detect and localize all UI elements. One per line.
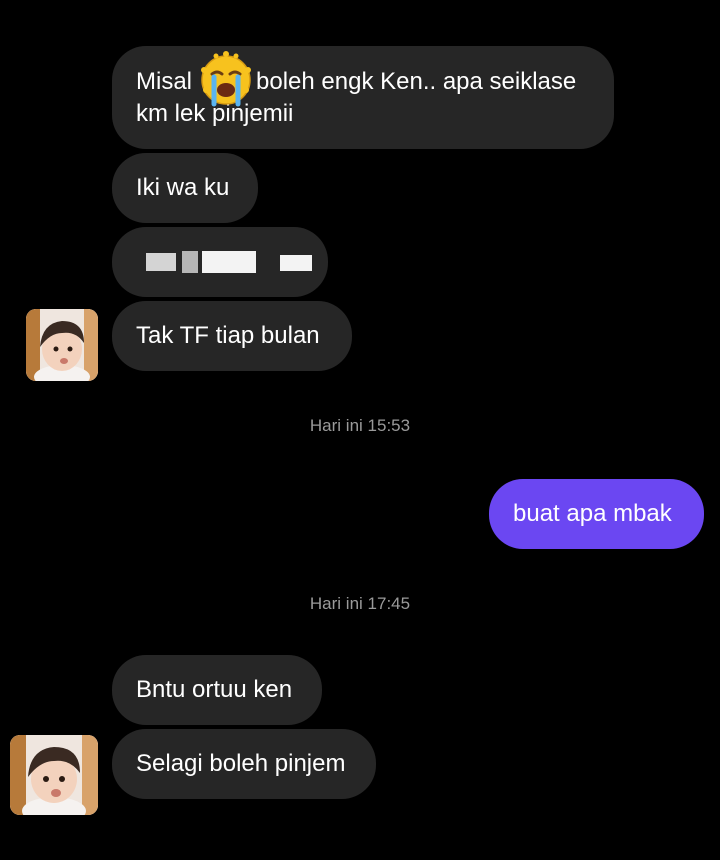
- incoming-message-bubble[interactable]: Misal boleh engk Ken.. apa seiklase km l…: [112, 46, 614, 149]
- redaction-block: [280, 255, 312, 271]
- contact-avatar[interactable]: [26, 309, 98, 381]
- timestamp-divider: Hari ini 17:45: [309, 594, 411, 613]
- message-text-part: boleh engk Ken.. apa seiklase: [256, 68, 577, 95]
- redaction-block: [182, 251, 198, 273]
- loudly-crying-face-icon: [201, 51, 251, 107]
- message-text-part: Misal: [136, 68, 193, 95]
- avatar-photo: [10, 735, 98, 815]
- incoming-message-bubble[interactable]: Iki wa ku: [112, 153, 258, 223]
- redaction-block: [146, 253, 176, 271]
- redacted-content: [136, 227, 312, 297]
- message-text: Selagi boleh pinjem: [136, 750, 346, 777]
- outgoing-message-bubble[interactable]: buat apa mbak: [489, 479, 704, 549]
- contact-avatar[interactable]: [10, 735, 98, 815]
- redaction-block: [202, 251, 256, 273]
- timestamp-divider: Hari ini 15:53: [309, 416, 411, 435]
- message-text: buat apa mbak: [513, 500, 672, 527]
- message-text: Iki wa ku: [136, 174, 230, 201]
- incoming-message-bubble[interactable]: Tak TF tiap bulan: [112, 301, 352, 371]
- incoming-message-bubble[interactable]: Selagi boleh pinjem: [112, 729, 376, 799]
- incoming-message-bubble[interactable]: Bntu ortuu ken: [112, 655, 322, 725]
- message-text: Tak TF tiap bulan: [136, 322, 320, 349]
- avatar-photo: [26, 309, 98, 381]
- incoming-message-bubble-redacted[interactable]: [112, 227, 328, 297]
- message-text: Bntu ortuu ken: [136, 676, 293, 703]
